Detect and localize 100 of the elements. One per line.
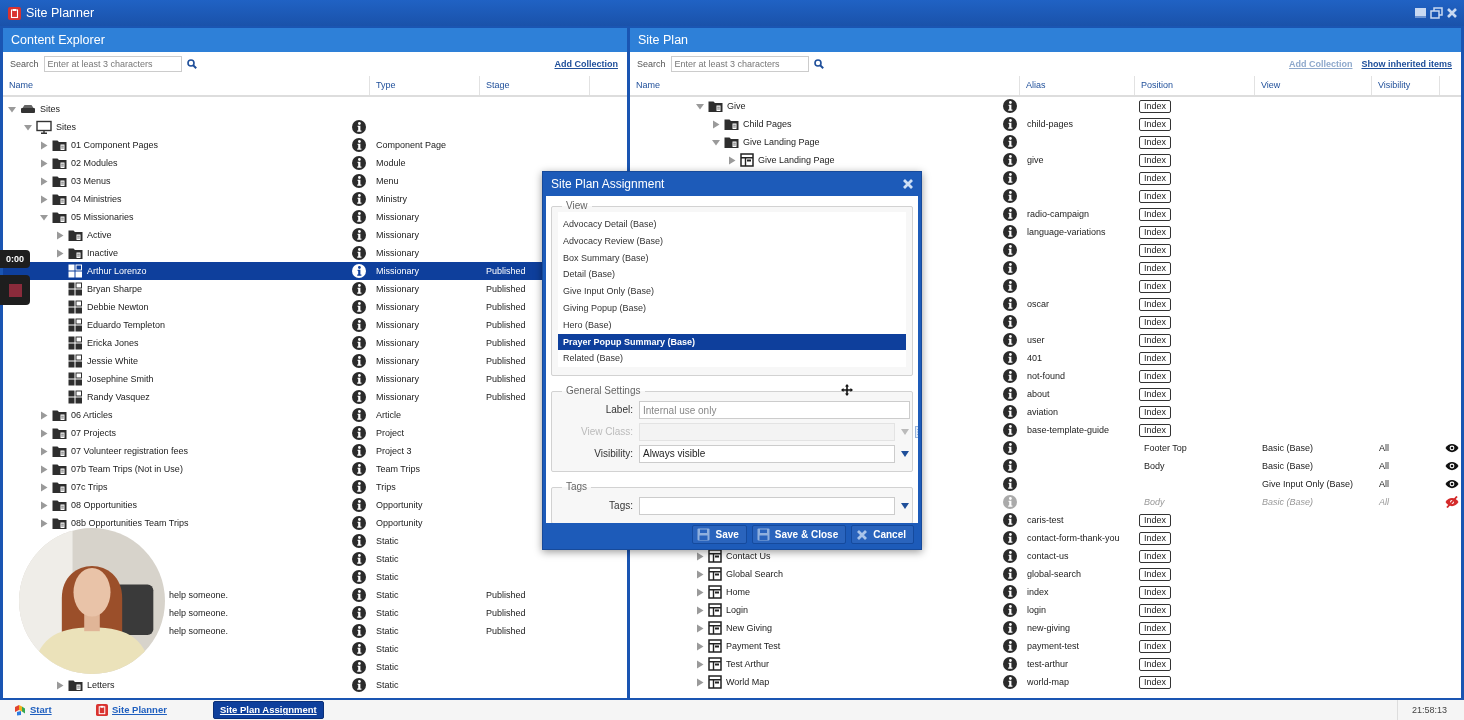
index-button[interactable]: Index [1139, 135, 1172, 149]
tree-arrow-icon[interactable] [696, 605, 704, 615]
info-icon[interactable] [352, 390, 366, 404]
item-name[interactable]: help someone. [169, 589, 229, 601]
info-icon[interactable] [352, 282, 366, 296]
eye-slash-icon[interactable] [1445, 496, 1459, 508]
tree-arrow-icon[interactable] [40, 410, 48, 420]
item-name[interactable]: help someone. [169, 607, 229, 619]
info-icon[interactable] [352, 318, 366, 332]
info-icon[interactable] [1003, 351, 1017, 365]
info-icon[interactable] [352, 174, 366, 188]
index-button[interactable]: Index [1139, 243, 1172, 257]
index-button[interactable]: Index [1139, 369, 1172, 383]
index-button[interactable]: Index [1139, 531, 1172, 545]
tree-arrow-icon[interactable] [56, 680, 64, 690]
index-button[interactable]: Index [1139, 189, 1172, 203]
item-name[interactable]: 01 Component Pages [71, 139, 159, 151]
item-name[interactable]: Child Pages [743, 118, 792, 130]
eye-icon[interactable] [1445, 443, 1459, 453]
info-icon[interactable] [1003, 477, 1017, 491]
tree-arrow-icon[interactable] [40, 176, 48, 186]
info-icon[interactable] [352, 678, 366, 692]
cancel-button[interactable]: Cancel [851, 525, 914, 544]
info-icon[interactable] [352, 462, 366, 476]
index-button[interactable]: Index [1139, 333, 1172, 347]
eye-icon[interactable] [1445, 461, 1459, 471]
restore-icon[interactable] [1430, 7, 1443, 19]
view-option[interactable]: Prayer Popup Summary (Base) [558, 333, 906, 351]
item-name[interactable]: Contact Us [726, 550, 771, 562]
item-name[interactable]: Global Search [726, 568, 784, 580]
tree-arrow-icon[interactable] [8, 104, 16, 114]
item-name[interactable]: help someone. [169, 625, 229, 637]
item-name[interactable]: Arthur Lorenzo [87, 265, 147, 277]
item-name[interactable]: Give Landing Page [743, 136, 820, 148]
index-button[interactable]: Index [1139, 639, 1172, 653]
info-icon[interactable] [1003, 153, 1017, 167]
tree-arrow-icon[interactable] [56, 230, 64, 240]
search-field[interactable]: Enter at least 3 characters [670, 56, 809, 72]
info-icon[interactable] [1003, 135, 1017, 149]
item-name[interactable]: 08b Opportunities Team Trips [71, 517, 189, 529]
view-option[interactable]: Advocacy Review (Base) [558, 232, 906, 250]
item-name[interactable]: Home [726, 586, 750, 598]
index-button[interactable]: Index [1139, 585, 1172, 599]
info-icon[interactable] [352, 372, 366, 386]
tree-arrow-icon[interactable] [696, 569, 704, 579]
item-name[interactable]: 07b Team Trips (Not in Use) [71, 463, 183, 475]
save-and-close-button[interactable]: Save & Close [751, 525, 847, 544]
info-icon[interactable] [1003, 675, 1017, 689]
view-option[interactable]: Give Input Only (Base) [558, 283, 906, 300]
column-header[interactable]: Alias [1026, 80, 1046, 91]
tree-arrow-icon[interactable] [40, 158, 48, 168]
tree-arrow-icon[interactable] [40, 518, 48, 528]
index-button[interactable]: Index [1139, 549, 1172, 563]
item-name[interactable]: New Giving [726, 622, 772, 634]
dropdown-arrow-icon[interactable] [901, 451, 909, 458]
column-header[interactable]: Position [1141, 80, 1174, 91]
column-header[interactable]: Stage [486, 80, 510, 91]
tree-arrow-icon[interactable] [40, 428, 48, 438]
info-icon[interactable] [1003, 513, 1017, 527]
tree-arrow-icon[interactable] [696, 641, 704, 651]
index-button[interactable]: Index [1139, 567, 1172, 581]
info-icon[interactable] [352, 210, 366, 224]
info-icon[interactable] [1003, 441, 1017, 455]
item-name[interactable]: World Map [726, 676, 770, 688]
info-icon[interactable] [352, 426, 366, 440]
index-button[interactable]: Index [1139, 657, 1172, 671]
info-icon[interactable] [352, 444, 366, 458]
column-header[interactable]: Type [376, 80, 396, 91]
info-icon[interactable] [352, 606, 366, 620]
item-name[interactable]: 07 Volunteer registration fees [71, 445, 189, 457]
item-name[interactable]: Randy Vasquez [87, 391, 150, 403]
eye-icon[interactable] [1445, 479, 1459, 489]
tags-field[interactable] [639, 497, 895, 516]
item-name[interactable]: Login [726, 604, 749, 616]
info-icon[interactable] [1003, 657, 1017, 671]
show-inherited-link[interactable]: Show inherited items [1361, 58, 1452, 70]
item-name[interactable]: Sites [40, 103, 60, 115]
info-icon[interactable] [1003, 117, 1017, 131]
view-option[interactable]: Hero (Base) [558, 316, 906, 334]
info-icon[interactable] [352, 408, 366, 422]
tree-arrow-icon[interactable] [40, 446, 48, 456]
info-icon[interactable] [1003, 99, 1017, 113]
item-name[interactable]: Give [727, 100, 746, 112]
item-name[interactable]: Inactive [87, 247, 119, 259]
dropdown-arrow-icon[interactable] [901, 503, 909, 510]
item-name[interactable]: Josephine Smith [87, 373, 154, 385]
search-field[interactable]: Enter at least 3 characters [43, 56, 182, 72]
info-icon[interactable] [352, 264, 366, 278]
tree-arrow-icon[interactable] [40, 482, 48, 492]
info-icon[interactable] [1003, 531, 1017, 545]
tree-arrow-icon[interactable] [696, 101, 704, 111]
info-icon[interactable] [352, 588, 366, 602]
add-collection-link[interactable]: Add Collection [554, 58, 618, 70]
info-icon[interactable] [352, 534, 366, 548]
info-icon[interactable] [352, 660, 366, 674]
info-icon[interactable] [352, 156, 366, 170]
label-field[interactable]: Internal use only [639, 401, 910, 420]
info-icon[interactable] [352, 300, 366, 314]
item-name[interactable]: Bryan Sharpe [87, 283, 143, 295]
info-icon[interactable] [352, 336, 366, 350]
